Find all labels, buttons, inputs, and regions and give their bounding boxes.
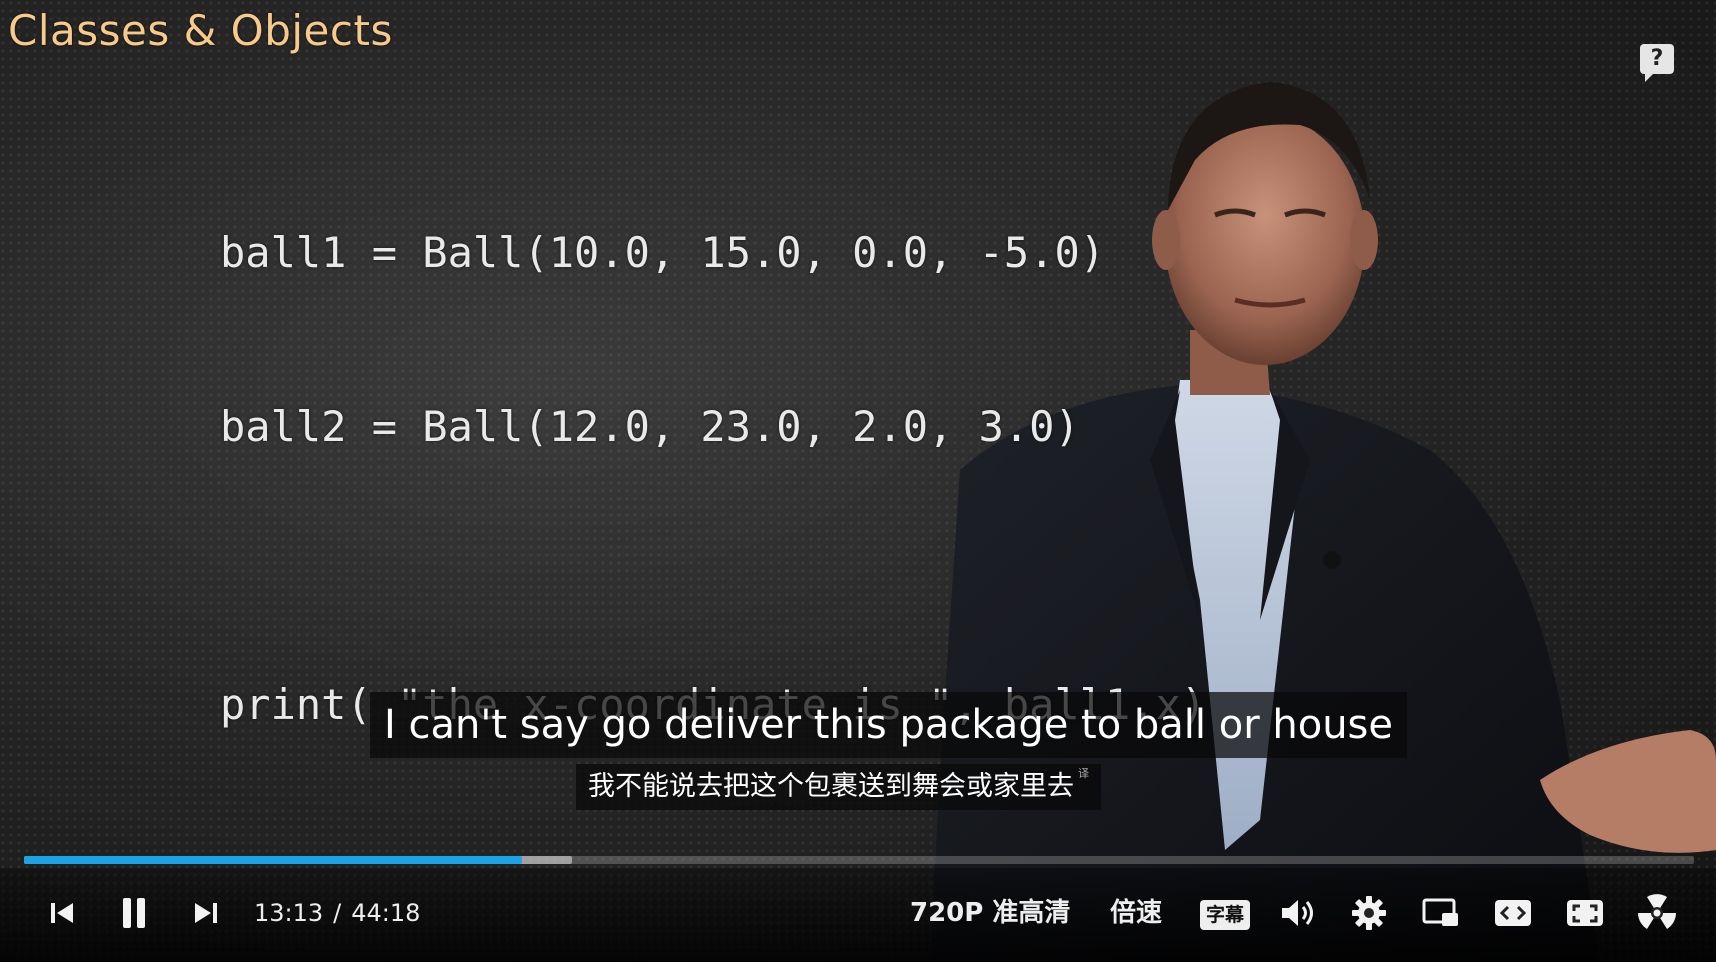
volume-icon[interactable] xyxy=(1276,885,1318,941)
code-line: ball2 = Ball(12.0, 23.0, 2.0, 3.0) xyxy=(220,402,1080,451)
quality-button[interactable]: 720P 准高清 xyxy=(910,896,1070,930)
pause-icon[interactable] xyxy=(112,885,156,941)
gear-icon[interactable] xyxy=(1348,885,1390,941)
time-separator: / xyxy=(333,899,342,927)
radiation-icon[interactable] xyxy=(1636,885,1678,941)
time-display: 13:13 / 44:18 xyxy=(254,896,420,930)
duration: 44:18 xyxy=(351,899,421,927)
subtitle-chinese-text: 我不能说去把这个包裹送到舞会或家里去 xyxy=(588,771,1074,802)
fullscreen-icon[interactable] xyxy=(1564,885,1606,941)
theater-mode-icon[interactable] xyxy=(1492,885,1534,941)
skip-next-icon[interactable] xyxy=(186,885,226,941)
translation-mark: 译 xyxy=(1078,767,1089,780)
help-icon[interactable]: ? xyxy=(1640,44,1674,82)
picture-in-picture-icon[interactable] xyxy=(1420,885,1462,941)
speed-button[interactable]: 倍速 xyxy=(1110,896,1162,930)
subtitle-button[interactable]: 字幕 xyxy=(1200,900,1251,930)
subtitle-english: I can't say go deliver this package to b… xyxy=(370,692,1408,758)
progress-bar[interactable] xyxy=(24,856,1694,864)
subtitle-chinese: 我不能说去把这个包裹送到舞会或家里去译 xyxy=(576,764,1101,810)
current-time: 13:13 xyxy=(254,899,324,927)
progress-played xyxy=(24,856,522,864)
skip-previous-icon[interactable] xyxy=(42,885,82,941)
video-player[interactable]: Classes & Objects ? ball1 = Ball(10.0, 1… xyxy=(0,0,1716,962)
slide-title: Classes & Objects xyxy=(8,6,393,55)
code-line: ball1 = Ball(10.0, 15.0, 0.0, -5.0) xyxy=(220,228,1106,277)
